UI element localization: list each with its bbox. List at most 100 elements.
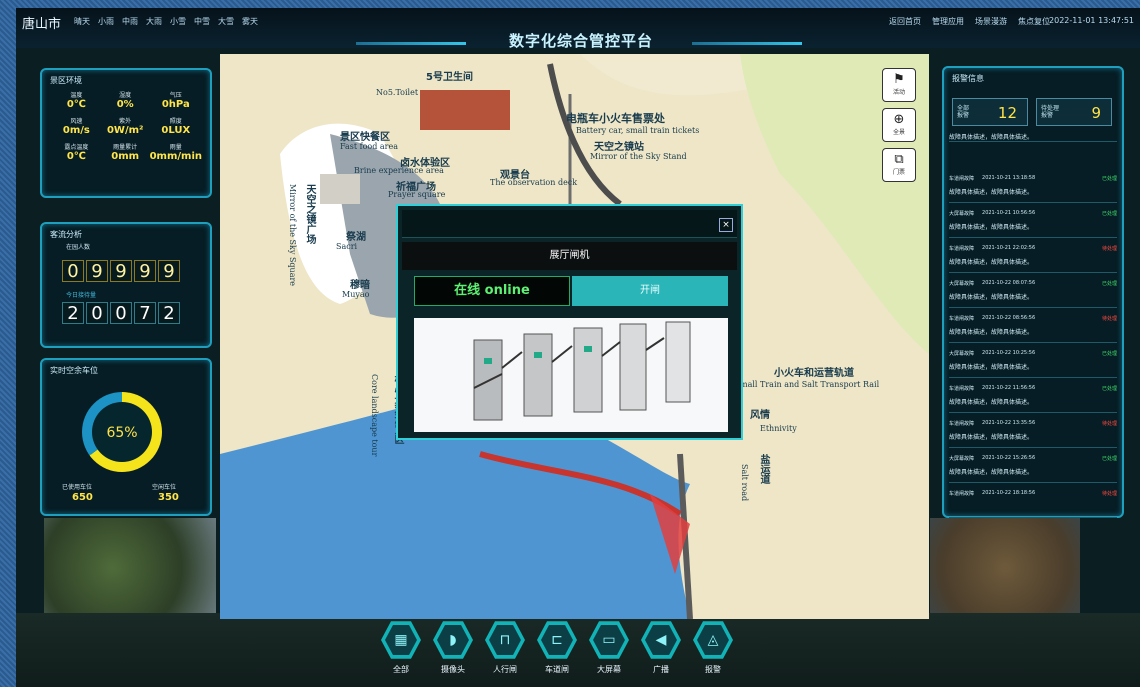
alert-desc: 故障具体描述，故障具体描述。 xyxy=(949,259,1034,266)
stat-pending-alerts[interactable]: 待处理 报警 9 xyxy=(1036,98,1112,126)
alert-status: 已处理 xyxy=(1101,281,1117,287)
env-illuminance: 照度 0LUX xyxy=(150,116,202,136)
weather-option[interactable]: 大雨 xyxy=(146,16,162,27)
dock-button-speaker[interactable]: ◀ 广播 xyxy=(638,620,684,675)
alert-row[interactable]: 车道闸故障 2021-10-21 13:18:58 已处理 故障具体描述，故障具体描述… xyxy=(949,169,1117,203)
alert-row[interactable]: 大屏幕故障 2021-10-22 15:26:56 已处理 故障具体描述，故障具体描述… xyxy=(949,449,1117,483)
counter-digit: 9 xyxy=(110,260,132,282)
map-label: Prayer square xyxy=(388,190,446,199)
alert-row[interactable]: 车道闸故障 2021-10-21 22:02:56 待处理 故障具体描述，故障具体描述… xyxy=(949,239,1117,273)
alert-type: 大屏幕故障 xyxy=(949,351,975,357)
alert-row[interactable]: 大屏幕故障 2021-10-22 10:25:56 已处理 故障具体描述，故障具体描述… xyxy=(949,344,1117,378)
in-park-label: 在园人数 xyxy=(66,244,91,251)
map-label: Core landscape tour xyxy=(370,374,379,457)
alert-row[interactable]: 车道闸故障 2021-10-22 08:56:56 待处理 故障具体描述，故障具体描述… xyxy=(949,309,1117,343)
dock-hex: ◗ xyxy=(433,621,473,659)
dashboard-screen: 唐山市 晴天 小雨 中雨 大雨 小雪 中雪 大雪 雾天 返回首页 管理应用 场景… xyxy=(16,8,1140,687)
alert-desc: 故障具体描述，故障具体描述。 xyxy=(949,224,1034,231)
alert-row[interactable]: 车道闸故障 2021-10-22 13:35:56 待处理 故障具体描述，故障具体描述… xyxy=(949,414,1117,448)
alert-time: 2021-10-22 13:35:56 xyxy=(982,420,1036,426)
alert-row[interactable]: 车道闸故障 2021-10-22 11:56:56 已处理 故障具体描述，故障具体描述… xyxy=(949,379,1117,413)
vehicle-gate-icon: ⊏ xyxy=(541,624,573,656)
aerial-photo-right xyxy=(930,518,1080,618)
env-humidity: 湿度 0% xyxy=(101,90,150,110)
alert-status: 已处理 xyxy=(1101,456,1117,462)
env-grid: 温度 0℃ 湿度 0% 气压 0hPa 风速 0m/s 紫外 0W/m² 照度 0LUX 露… xyxy=(52,90,202,162)
free-value: 350 xyxy=(158,492,179,503)
alert-status: 待处理 xyxy=(1101,246,1117,252)
dock-button-pedestrian-gate[interactable]: ⊓ 人行闸 xyxy=(482,620,528,675)
header-nav: 返回首页 管理应用 场景漫游 焦点复位 xyxy=(889,16,1050,27)
map-label: 风情 xyxy=(750,410,770,421)
dock-button-camera[interactable]: ◗ 摄像头 xyxy=(430,620,476,675)
nav-management[interactable]: 管理应用 xyxy=(932,16,964,27)
nav-roaming[interactable]: 场景漫游 xyxy=(975,16,1007,27)
alert-row[interactable]: 大屏幕故障 2021-10-22 08:07:56 已处理 故障具体描述，故障具体描述… xyxy=(949,274,1117,308)
env-label: 雨量 xyxy=(169,144,182,151)
counter-digit: 9 xyxy=(158,260,180,282)
weather-option[interactable]: 大雪 xyxy=(218,16,234,27)
map-label: Salt road xyxy=(740,464,749,502)
map-label: Mirror of the Sky Square xyxy=(288,184,297,287)
map-label: 穆暗 xyxy=(350,280,370,291)
alert-desc: 故障具体描述，故障具体描述。 xyxy=(949,364,1034,371)
stat-value: 9 xyxy=(1091,104,1101,122)
alert-row[interactable]: 车道闸故障 2021-10-22 18:18:56 待处理 xyxy=(949,484,1117,518)
alert-time: 2021-10-21 13:18:58 xyxy=(982,175,1036,181)
stat-all-alerts[interactable]: 全部 报警 12 xyxy=(952,98,1028,126)
env-wind: 风速 0m/s xyxy=(52,116,101,136)
alert-row[interactable]: 故障具体描述，故障具体描述。 xyxy=(949,128,1117,142)
weather-option[interactable]: 中雨 xyxy=(122,16,138,27)
weather-option[interactable]: 雾天 xyxy=(242,16,258,27)
bottom-dock: ▦ 全部 ◗ 摄像头 ⊓ 人行闸 ⊏ 车道闸 ▭ 大屏幕 ◀ 广播 ◬ 报警 xyxy=(378,620,738,686)
env-value: 0% xyxy=(116,99,134,110)
close-button[interactable]: × xyxy=(719,218,733,232)
dock-button-screen[interactable]: ▭ 大屏幕 xyxy=(586,620,632,675)
nav-focus-reset[interactable]: 焦点复位 xyxy=(1018,16,1050,27)
env-panel: 景区环境 温度 0℃ 湿度 0% 气压 0hPa 风速 0m/s 紫外 0W/m² 照度 0… xyxy=(40,68,212,198)
flow-panel-title: 客流分析 xyxy=(50,230,82,239)
dock-hex: ◀ xyxy=(641,621,681,659)
nav-home[interactable]: 返回首页 xyxy=(889,16,921,27)
alert-row[interactable]: 大屏幕故障 2021-10-21 10:56:56 已处理 故障具体描述，故障具体描述… xyxy=(949,204,1117,238)
dock-label: 摄像头 xyxy=(441,665,465,674)
alert-desc: 故障具体描述，故障具体描述。 xyxy=(949,189,1034,196)
gate-icon: ⧉ xyxy=(894,152,904,167)
dock-button-grid[interactable]: ▦ 全部 xyxy=(378,620,424,675)
stat-value: 12 xyxy=(997,104,1017,122)
env-value: 0mm/min xyxy=(149,151,202,162)
map-label: 电瓶车小火车售票处 xyxy=(566,112,665,125)
alert-meta: 车道闸故障 2021-10-22 08:56:56 待处理 xyxy=(949,315,1117,322)
map-btn-label: 全景 xyxy=(892,129,905,136)
alert-status: 已处理 xyxy=(1101,351,1117,357)
weather-option[interactable]: 中雪 xyxy=(194,16,210,27)
weather-selector: 晴天 小雨 中雨 大雨 小雪 中雪 大雪 雾天 xyxy=(74,16,258,27)
env-rain-total: 雨量累计 0mm xyxy=(101,142,150,162)
dock-button-vehicle-gate[interactable]: ⊏ 车道闸 xyxy=(534,620,580,675)
map-btn-panorama[interactable]: ⊕ 全景 xyxy=(882,108,916,142)
flag-icon: ⚑ xyxy=(893,72,905,87)
in-park-counter: 0 9 9 9 9 xyxy=(62,260,180,282)
alarm-icon: ◬ xyxy=(697,624,729,656)
counter-digit: 2 xyxy=(158,302,180,324)
weather-option[interactable]: 小雪 xyxy=(170,16,186,27)
parking-panel: 实时空余车位 65% 已使用车位 650 空闲车位 350 xyxy=(40,358,212,516)
alert-desc: 故障具体描述，故障具体描述。 xyxy=(949,294,1034,301)
map-btn-ticket[interactable]: ⧉ 门票 xyxy=(882,148,916,182)
dock-button-alarm[interactable]: ◬ 报警 xyxy=(690,620,736,675)
today-label: 今日接待量 xyxy=(66,292,97,299)
map-btn-activity[interactable]: ⚑ 活动 xyxy=(882,68,916,102)
dock-label: 全部 xyxy=(393,665,409,674)
map-btn-label: 活动 xyxy=(892,89,905,96)
alert-meta: 车道闸故障 2021-10-21 13:18:58 已处理 xyxy=(949,175,1117,182)
env-label: 温度 xyxy=(70,92,83,99)
modal-header xyxy=(402,210,737,238)
env-rain: 雨量 0mm/min xyxy=(150,142,202,162)
counter-digit: 9 xyxy=(134,260,156,282)
alert-status: 待处理 xyxy=(1101,421,1117,427)
weather-option[interactable]: 小雨 xyxy=(98,16,114,27)
city-name[interactable]: 唐山市 xyxy=(22,13,61,32)
open-gate-button[interactable]: 开闸 xyxy=(572,276,728,306)
env-panel-title: 景区环境 xyxy=(50,76,82,85)
weather-option[interactable]: 晴天 xyxy=(74,16,90,27)
